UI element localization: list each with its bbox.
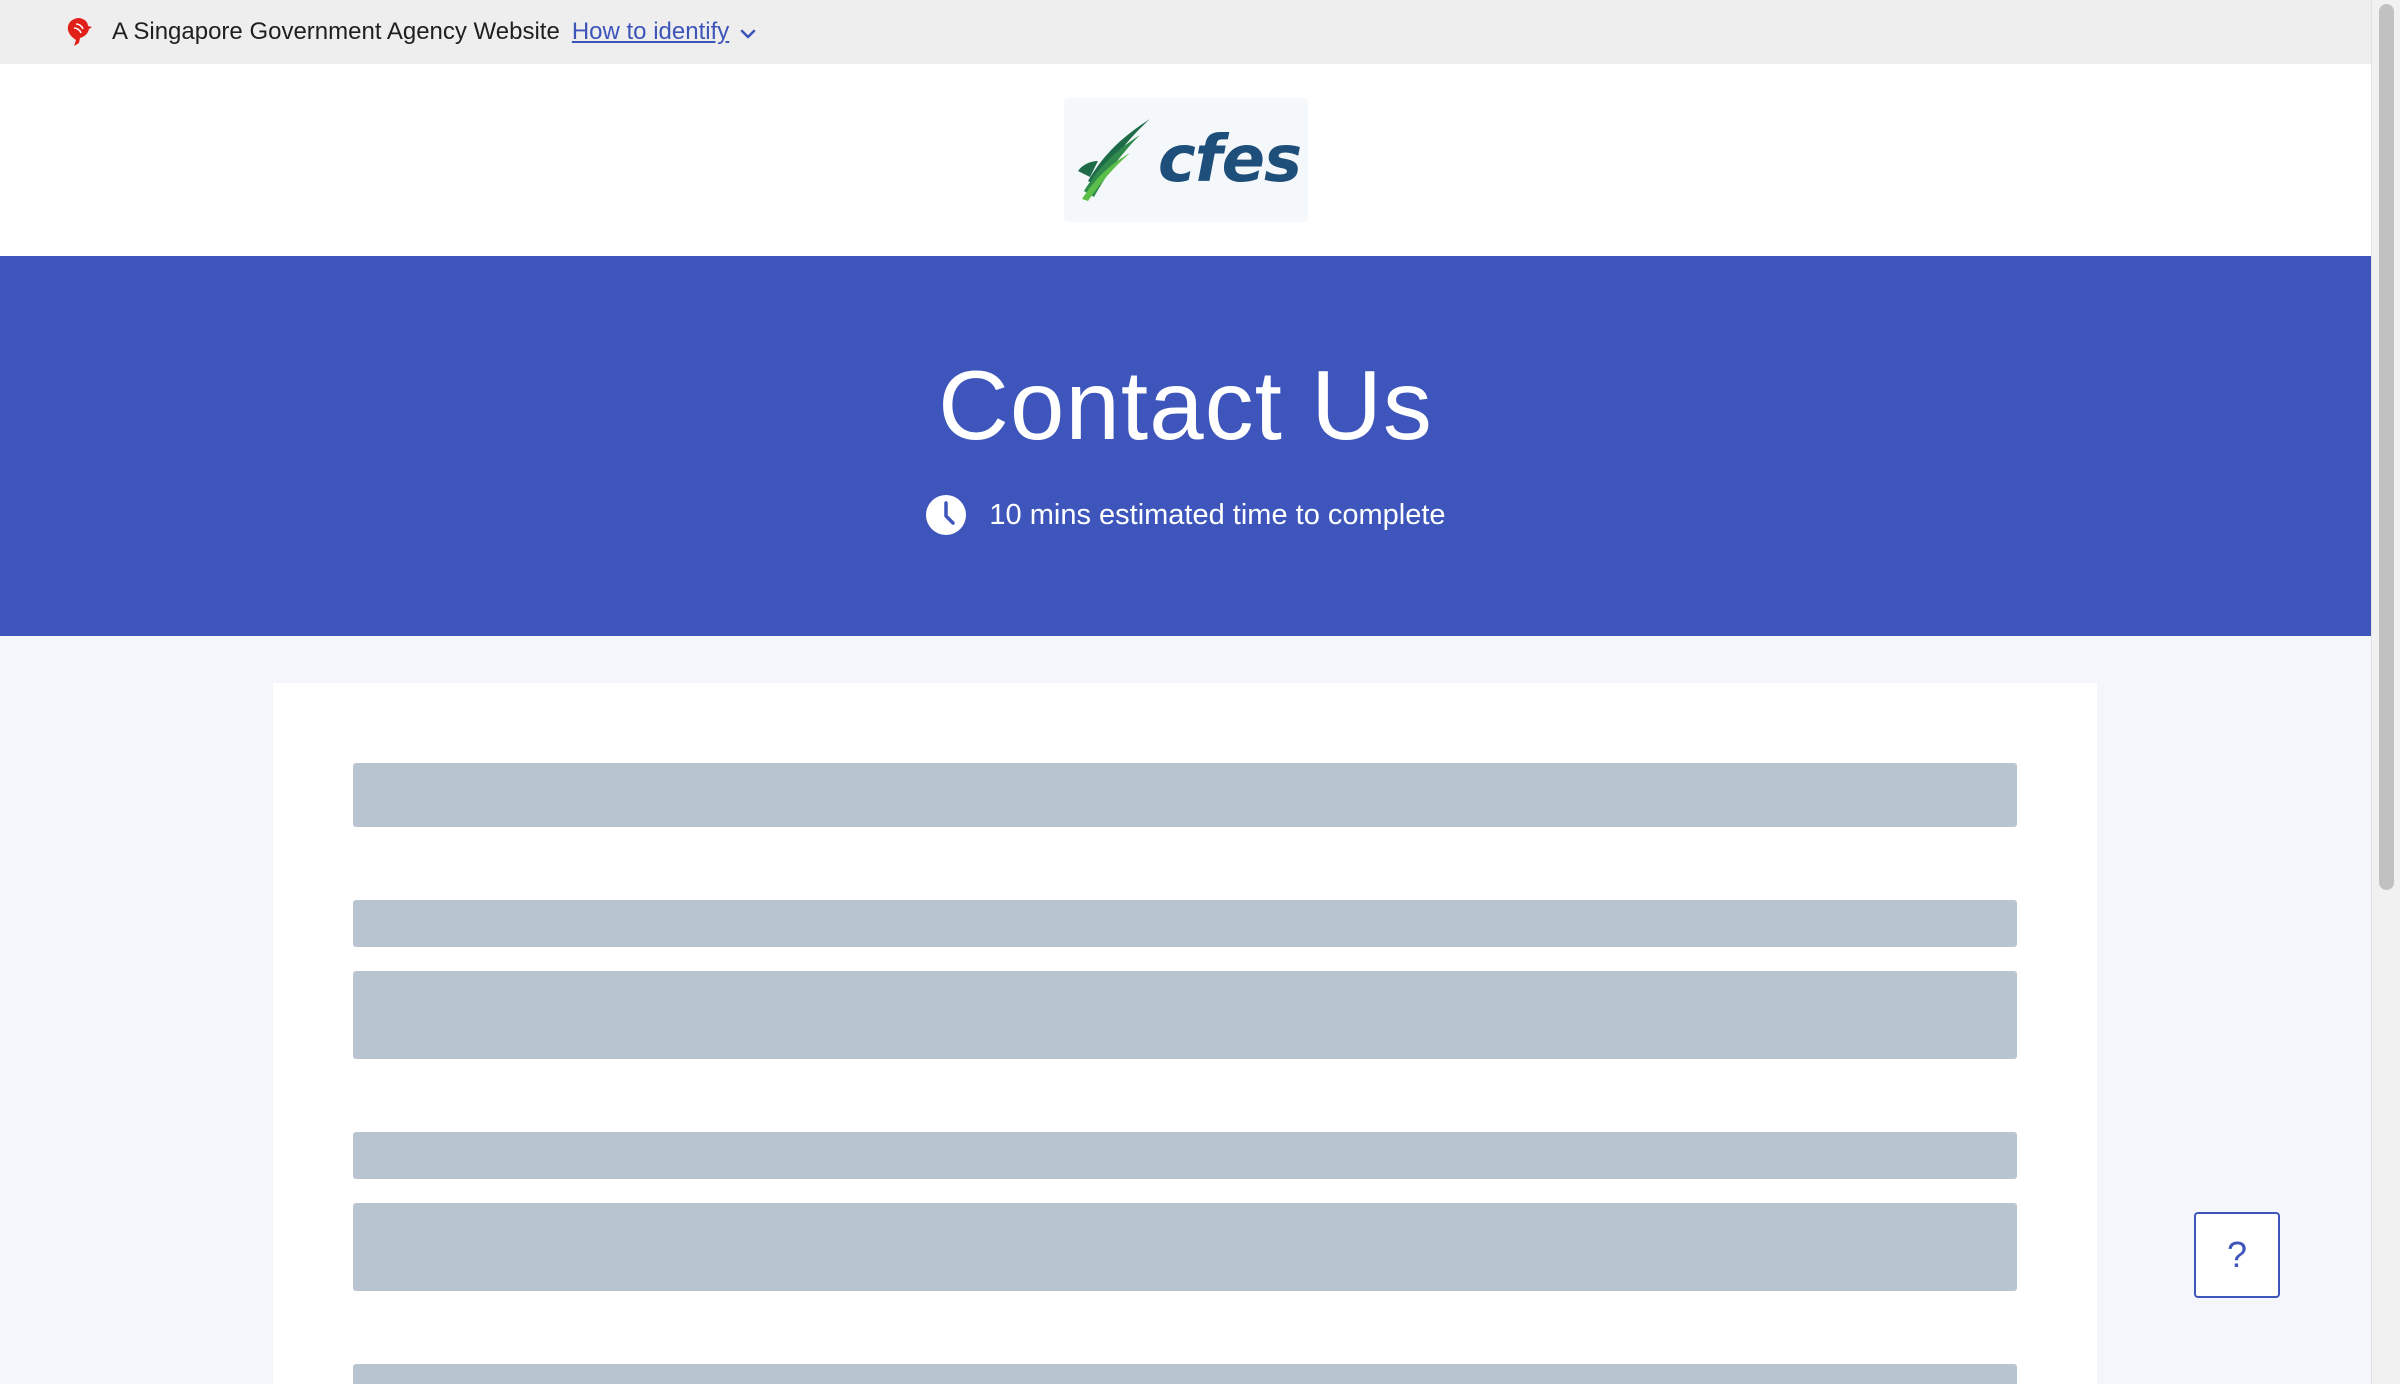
page-title: Contact Us [938,350,1433,460]
skeleton-field [353,971,2017,1059]
skeleton-field [353,1203,2017,1291]
form-card [273,683,2097,1384]
gov-masthead: A Singapore Government Agency Website Ho… [0,0,2371,64]
time-estimate: 10 mins estimated time to complete [925,494,1446,536]
cfes-logo: cfes [1063,98,1308,222]
skeleton-label [353,1132,2017,1179]
browser-viewport: A Singapore Government Agency Website Ho… [0,0,2400,1384]
help-button[interactable]: ? [2194,1212,2280,1298]
logo-wordmark: cfes [1157,123,1302,197]
logo-header: cfes [0,64,2371,256]
clock-icon [926,495,967,535]
skeleton-header [353,763,2017,827]
skeleton-label [353,900,2017,947]
singapore-lion-icon [67,18,92,46]
page: A Singapore Government Agency Website Ho… [0,0,2371,1384]
hero-banner: Contact Us 10 mins estimated time to com… [0,256,2371,636]
scrollbar-thumb[interactable] [2379,4,2394,890]
skeleton-label [353,1364,2017,1384]
agency-label: A Singapore Government Agency Website [112,18,560,45]
how-to-identify-link[interactable]: How to identify [572,18,729,46]
time-estimate-text: 10 mins estimated time to complete [989,498,1446,531]
vertical-scrollbar[interactable] [2371,0,2400,1384]
chevron-down-icon[interactable] [737,23,759,45]
leaf-logo-icon [1077,119,1150,201]
